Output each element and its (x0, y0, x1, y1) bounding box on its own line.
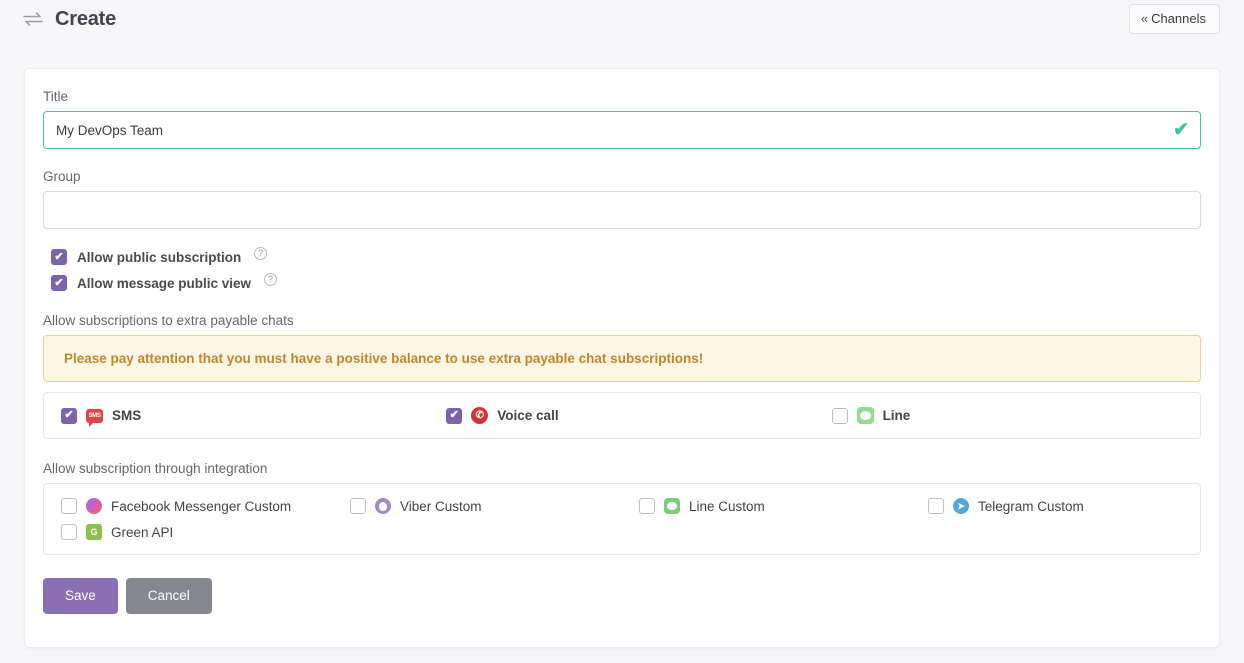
channels-back-button[interactable]: «Channels (1128, 4, 1220, 34)
valid-check-icon: ✔ (1173, 119, 1189, 141)
allow-message-public-view-checkbox[interactable] (51, 275, 67, 291)
integration-options-panel: Facebook Messenger Custom Viber Custom L… (43, 483, 1201, 555)
title-input-wrap: ✔ (43, 111, 1201, 149)
cancel-button[interactable]: Cancel (125, 578, 212, 615)
telegram-custom-checkbox[interactable] (928, 498, 944, 514)
allow-public-subscription-label: Allow public subscription (77, 249, 242, 265)
group-input-wrap (43, 191, 1201, 229)
telegram-icon: ➤ (953, 498, 969, 514)
allow-message-public-view-row[interactable]: Allow message public view ? (51, 272, 1201, 291)
title-input[interactable] (43, 111, 1201, 149)
page-header: Create «Channels (0, 0, 1244, 38)
option-green-api[interactable]: G Green API (44, 519, 333, 545)
sms-checkbox[interactable] (61, 407, 77, 424)
voice-call-checkbox[interactable] (446, 407, 463, 424)
help-icon[interactable]: ? (254, 246, 268, 260)
facebook-messenger-icon (86, 498, 102, 514)
group-input[interactable] (43, 191, 1201, 229)
option-telegram-custom[interactable]: ➤ Telegram Custom (911, 493, 1200, 519)
voice-call-label: Voice call (497, 408, 559, 423)
option-voice-call[interactable]: ✆ Voice call (429, 402, 814, 429)
viber-icon (375, 498, 391, 514)
header-left-group: Create (22, 8, 116, 31)
integration-section-label: Allow subscription through integration (43, 461, 268, 476)
option-line-custom[interactable]: Line Custom (622, 493, 911, 519)
sms-icon: SMS (86, 408, 103, 427)
telegram-custom-label: Telegram Custom (978, 498, 1084, 514)
double-chevron-left-icon: « (1140, 11, 1149, 26)
payable-chats-section-label: Allow subscriptions to extra payable cha… (43, 313, 294, 328)
viber-custom-checkbox[interactable] (350, 498, 366, 514)
line-custom-checkbox[interactable] (639, 498, 655, 514)
line-custom-label: Line Custom (689, 498, 765, 514)
page-title: Create (55, 7, 117, 30)
create-channel-card: Title ✔ Group Allow public subscription … (24, 68, 1220, 648)
option-sms[interactable]: SMS SMS (44, 402, 429, 429)
group-field-label: Group (43, 169, 81, 184)
allow-message-public-view-label: Allow message public view (77, 275, 252, 291)
sms-label: SMS (112, 408, 142, 423)
green-api-checkbox[interactable] (61, 524, 77, 540)
allow-public-subscription-row[interactable]: Allow public subscription ? (51, 246, 1201, 265)
option-facebook-messenger-custom[interactable]: Facebook Messenger Custom (44, 493, 333, 519)
save-button[interactable]: Save (43, 578, 118, 615)
allow-public-subscription-checkbox[interactable] (51, 249, 67, 265)
channels-button-label: Channels (1151, 11, 1206, 26)
form-actions: Save Cancel (43, 578, 1201, 615)
help-icon[interactable]: ? (264, 272, 278, 286)
line-icon (664, 498, 680, 514)
payable-chats-options-panel: SMS SMS ✆ Voice call Line (43, 392, 1201, 439)
line-checkbox[interactable] (831, 407, 848, 424)
viber-custom-label: Viber Custom (400, 498, 482, 514)
phone-icon: ✆ (471, 407, 489, 424)
facebook-messenger-custom-checkbox[interactable] (61, 498, 77, 514)
facebook-messenger-custom-label: Facebook Messenger Custom (111, 498, 292, 514)
line-label: Line (882, 408, 911, 423)
green-api-label: Green API (111, 524, 174, 540)
green-api-icon: G (86, 524, 102, 540)
exchange-arrows-icon (22, 8, 44, 30)
line-icon (856, 407, 874, 424)
option-line[interactable]: Line (815, 402, 1200, 429)
option-viber-custom[interactable]: Viber Custom (333, 493, 622, 519)
title-field-label: Title (43, 89, 69, 104)
balance-warning-alert: Please pay attention that you must have … (43, 335, 1201, 382)
